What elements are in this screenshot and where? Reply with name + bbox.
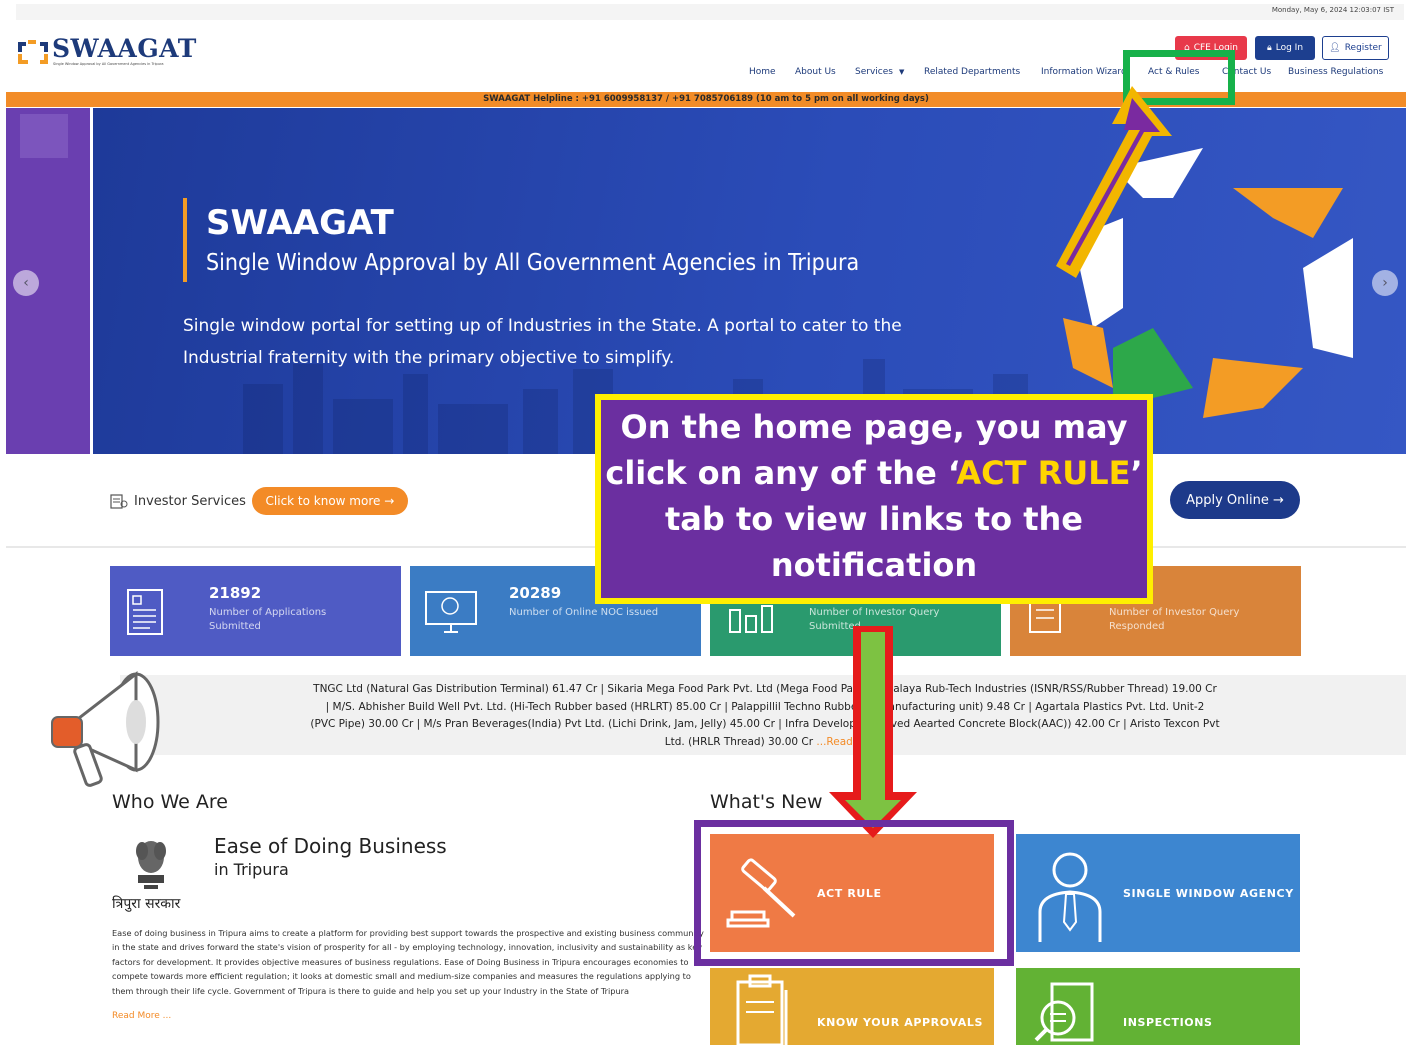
stat-value: 21892 xyxy=(209,584,262,602)
nav-services[interactable]: Services xyxy=(855,67,893,77)
tile-label: SINGLE WINDOW AGENCY xyxy=(1123,887,1294,900)
user-icon: 👤︎ xyxy=(1329,43,1341,53)
carousel-next-button[interactable]: › xyxy=(1372,270,1398,296)
click-to-know-more-button[interactable]: Click to know more → xyxy=(251,487,408,515)
ticker-line: (PVC Pipe) 30.00 Cr | M/s Pran Beverages… xyxy=(310,718,1220,731)
callout-line: click on any of the ‘ACT RULE’ xyxy=(605,454,1143,492)
lock-icon: 🔒︎ xyxy=(1266,43,1272,53)
callout-line: On the home page, you may xyxy=(620,408,1128,446)
nav-about-us[interactable]: About Us xyxy=(795,67,836,77)
carousel-prev-button[interactable]: ‹ xyxy=(13,270,39,296)
ticker-text: TNGC Ltd (Natural Gas Distribution Termi… xyxy=(280,681,1250,751)
tile-know-your-approvals[interactable]: KNOW YOUR APPROVALS xyxy=(710,968,994,1045)
instruction-callout: On the home page, you may click on any o… xyxy=(595,394,1153,604)
tile-label: KNOW YOUR APPROVALS xyxy=(817,1016,983,1029)
title-accent-bar xyxy=(183,198,187,282)
investor-services-label: Investor Services xyxy=(134,493,246,509)
apply-online-button[interactable]: Apply Online → xyxy=(1170,481,1300,519)
nav-information-wizard[interactable]: Information Wizard xyxy=(1041,67,1125,77)
hero-subtitle: Single Window Approval by All Government… xyxy=(206,250,860,276)
read-more-link[interactable]: Read More ... xyxy=(112,1011,171,1021)
callout-line: notification xyxy=(770,546,978,584)
logo[interactable]: SWAAGAT Single Window Approval by All Go… xyxy=(16,34,196,70)
logo-icon xyxy=(18,40,48,64)
monitor-icon xyxy=(425,591,477,633)
login-label: Log In xyxy=(1275,43,1304,53)
stat-label: Number of Applications Submitted xyxy=(209,607,327,632)
stat-value: 20289 xyxy=(509,584,562,602)
nav-business-regulations[interactable]: Business Regulations xyxy=(1288,67,1383,77)
tile-inspections[interactable]: INSPECTIONS xyxy=(1016,968,1300,1045)
ashoka-emblem-icon xyxy=(136,841,166,889)
ticker-line: Ltd. (HRLR Thread) 30.00 Cr ...Read M xyxy=(664,735,866,748)
page: Monday, May 6, 2024 12:03:07 IST SWAAGAT… xyxy=(0,0,1413,1045)
tile-label: INSPECTIONS xyxy=(1123,1016,1213,1029)
callout-highlight: ACT RULE xyxy=(956,454,1131,492)
stat-applications-submitted: 21892 Number of Applications Submitted xyxy=(110,566,401,656)
arrow-up-icon xyxy=(1056,86,1172,278)
investor-services-row: Investor Services Click to know more → xyxy=(110,487,408,515)
ticker-line: TNGC Ltd (Natural Gas Distribution Termi… xyxy=(313,683,1217,695)
arrow-down-icon xyxy=(829,626,917,838)
register-button[interactable]: 👤︎ Register xyxy=(1322,36,1389,60)
clipboard-icon xyxy=(736,974,788,1045)
document-icon xyxy=(110,494,128,509)
tile-single-window-agency[interactable]: SINGLE WINDOW AGENCY xyxy=(1016,834,1300,952)
businessman-icon xyxy=(1038,852,1102,942)
megaphone-icon xyxy=(51,670,160,787)
callout-line: tab to view links to the xyxy=(665,500,1083,538)
chevron-down-icon: ▼ xyxy=(899,68,905,76)
eod-subtitle: in Tripura xyxy=(214,860,289,879)
top-info-bar: Monday, May 6, 2024 12:03:07 IST xyxy=(16,4,1404,20)
document-icon xyxy=(127,589,163,635)
login-button[interactable]: 🔒︎ Log In xyxy=(1255,36,1315,60)
register-label: Register xyxy=(1344,43,1382,53)
hero-description: Single window portal for setting up of I… xyxy=(183,316,902,368)
stat-label: Number of Online NOC issued xyxy=(509,607,659,618)
nav-related-departments[interactable]: Related Departments xyxy=(924,67,1020,77)
inspection-icon xyxy=(1034,982,1094,1042)
ticker-line: | M/S. Abhisher Build Well Pvt. Ltd. (Hi… xyxy=(325,700,1205,713)
who-we-are-heading: Who We Are xyxy=(112,791,228,813)
eod-title: Ease of Doing Business xyxy=(214,834,447,858)
eod-body-text: Ease of doing business in Tripura aims t… xyxy=(112,928,704,996)
hero-title: SWAAGAT xyxy=(206,203,394,243)
act-rule-tile-highlight-box xyxy=(694,820,1014,966)
logo-tagline: Single Window Approval by All Government… xyxy=(53,62,164,66)
tripura-sarkar-text: त्रिपुरा सरकार xyxy=(112,896,181,912)
stat-label: Number of Investor Query Responded xyxy=(1109,607,1240,632)
logo-text: SWAAGAT xyxy=(52,34,197,63)
nav-home[interactable]: Home xyxy=(749,67,776,77)
whats-new-heading: What's New xyxy=(710,791,823,813)
investment-ticker: TNGC Ltd (Natural Gas Distribution Termi… xyxy=(120,675,1406,755)
date-time: Monday, May 6, 2024 12:03:07 IST xyxy=(1271,6,1394,14)
